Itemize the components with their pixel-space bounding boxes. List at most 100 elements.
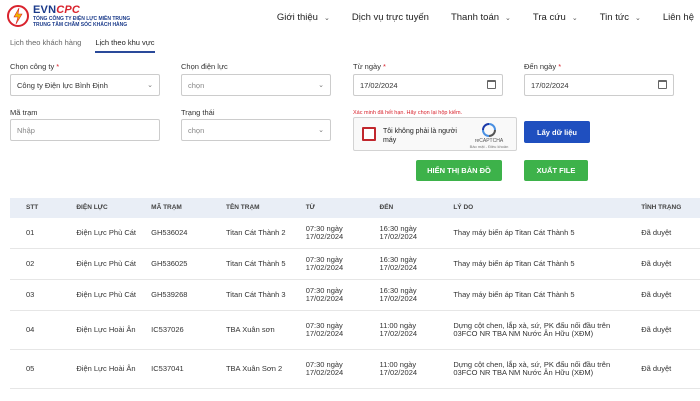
cell-ly-do: Dựng cột chen, lắp xà, sứ, PK đấu nối đầ… (453, 320, 611, 338)
branch-select-value: chọn (188, 80, 205, 90)
header-ly-do: LÝ DO (453, 204, 474, 211)
captcha-error: Xác minh đã hết hạn. Hãy chọn lại hộp ki… (353, 110, 463, 116)
nav-label: Giới thiệu (276, 12, 318, 23)
calendar-icon[interactable] (487, 80, 496, 89)
cell-ma-tram: GH536024 (151, 227, 188, 237)
calendar-icon[interactable] (658, 80, 667, 89)
required-mark: * (56, 62, 60, 71)
table-row: 01 Điện Lực Phù Cát GH536024 Titan Cát T… (10, 218, 700, 249)
nav-label: Thanh toán (450, 12, 500, 23)
company-label-text: Chọn công ty (10, 62, 55, 71)
cell-ten-tram: Titan Cát Thành 2 (225, 227, 286, 237)
evncpc-logo[interactable]: EVNCPC TỔNG CÔNG TY ĐIỆN LỰC MIỀN TRUNG … (6, 4, 130, 28)
header-dien-luc: ĐIỆN LỰC (76, 204, 108, 211)
cell-dien-luc: Điện Lực Phù Cát (76, 258, 136, 268)
cell-ma-tram: GH539268 (151, 289, 188, 299)
cell-dien-luc: Điện Lực Hoài Ân (76, 363, 136, 373)
cell-ma-tram: IC537041 (151, 363, 184, 373)
nav-tra-cuu[interactable]: Tra cứu ⌄ (533, 12, 578, 23)
cell-tu: 07:30 ngày 17/02/2024 (305, 359, 344, 377)
nav-dich-vu-truc-tuyen[interactable]: Dịch vụ trực tuyến (352, 12, 429, 23)
cell-tu: 07:30 ngày 17/02/2024 (305, 254, 344, 272)
cell-stt: 01 (26, 227, 35, 237)
recaptcha-links[interactable]: Bảo mật - Điều khoản (468, 144, 510, 149)
nav-label: Liên hệ (662, 12, 694, 23)
schedule-table: STT ĐIỆN LỰC MÃ TRẠM TÊN TRẠM TỪ ĐẾN LÝ … (10, 198, 700, 389)
cell-tu: 07:30 ngày 17/02/2024 (305, 320, 344, 338)
show-map-button[interactable]: HIỂN THỊ BẢN ĐỒ (416, 160, 502, 181)
header-den: ĐẾN (379, 204, 394, 211)
cell-dien-luc: Điện Lực Hoài Ân (76, 324, 136, 334)
nav-label: Tra cứu (532, 12, 566, 23)
cell-den: 11:00 ngày 17/02/2024 (379, 320, 418, 338)
tab-lich-theo-khu-vuc[interactable]: Lịch theo khu vực (95, 38, 155, 53)
logo-subtitle-2: TRUNG TÂM CHĂM SÓC KHÁCH HÀNG (33, 22, 128, 28)
nav-thanh-toan[interactable]: Thanh toán ⌄ (451, 12, 511, 23)
from-date-label: Từ ngày * (353, 62, 386, 71)
table-row: 05 Điện Lực Hoài Ân IC537041 TBA Xuân Sơ… (10, 350, 700, 389)
recaptcha-widget: Tôi không phải là người máy reCAPTCHA Bả… (353, 117, 517, 151)
table-row: 03 Điện Lực Phù Cát GH539268 Titan Cát T… (10, 280, 700, 311)
station-label: Mã trạm (10, 108, 38, 117)
cell-tu: 07:30 ngày 17/02/2024 (305, 285, 344, 303)
cell-stt: 05 (26, 363, 35, 373)
header-ten-tram: TÊN TRẠM (225, 204, 260, 211)
to-date-label: Đến ngày * (524, 62, 561, 71)
from-date-input[interactable]: 17/02/2024 (353, 74, 503, 96)
cell-ten-tram: TBA Xuân sơn (225, 324, 275, 334)
header-ma-tram: MÃ TRẠM (151, 204, 182, 211)
cell-ten-tram: TBA Xuân Sơn 2 (225, 363, 283, 373)
table-row: 04 Điện Lực Hoài Ân IC537026 TBA Xuân sơ… (10, 311, 700, 350)
header-tu: TỪ (305, 204, 316, 211)
fetch-data-button[interactable]: Lấy dữ liệu (524, 121, 590, 143)
cell-stt: 04 (26, 324, 35, 334)
chevron-down-icon: ⌄ (318, 127, 324, 134)
logo-cpc-text: CPC (56, 4, 81, 16)
table-header: STT ĐIỆN LỰC MÃ TRẠM TÊN TRẠM TỪ ĐẾN LÝ … (10, 198, 700, 218)
status-select[interactable]: chọn ⌄ (181, 119, 331, 141)
header-tinh-trang: TÌNH TRẠNG (641, 204, 682, 211)
cell-tinh-trang: Đã duyệt (641, 363, 672, 373)
chevron-down-icon: ⌄ (634, 14, 641, 22)
cell-tu: 07:30 ngày 17/02/2024 (305, 223, 344, 241)
cell-tinh-trang: Đã duyệt (641, 289, 672, 299)
chevron-down-icon: ⌄ (323, 14, 330, 22)
chevron-down-icon: ⌄ (571, 14, 578, 22)
nav-label: Dịch vụ trực tuyến (351, 12, 429, 23)
cell-ma-tram: IC537026 (151, 324, 184, 334)
nav-lien-he[interactable]: Liên hệ (663, 12, 694, 23)
branch-select[interactable]: chọn ⌄ (181, 74, 331, 96)
nav-tin-tuc[interactable]: Tin tức ⌄ (600, 12, 641, 23)
company-select-value: Công ty Điện lực Bình Định (17, 80, 108, 90)
required-mark: * (383, 62, 386, 71)
to-date-value: 17/02/2024 (531, 80, 569, 90)
recaptcha-brand: reCAPTCHA Bảo mật - Điều khoản (468, 122, 510, 149)
cell-tinh-trang: Đã duyệt (641, 258, 672, 268)
company-select[interactable]: Công ty Điện lực Bình Định ⌄ (10, 74, 160, 96)
cell-ly-do: Thay máy biến áp Titan Cát Thành 5 (453, 258, 575, 268)
status-label: Trạng thái (181, 108, 215, 117)
export-file-button[interactable]: XUẤT FILE (524, 160, 588, 181)
chevron-down-icon: ⌄ (318, 82, 324, 89)
cell-ly-do: Thay máy biến áp Titan Cát Thành 5 (453, 227, 575, 237)
table-row: 02 Điện Lực Phù Cát GH536025 Titan Cát T… (10, 249, 700, 280)
status-select-value: chọn (188, 125, 205, 135)
cell-dien-luc: Điện Lực Phù Cát (76, 227, 136, 237)
to-date-input[interactable]: 17/02/2024 (524, 74, 674, 96)
cell-stt: 02 (26, 258, 35, 268)
cell-den: 11:00 ngày 17/02/2024 (379, 359, 418, 377)
evn-logo-icon (6, 4, 30, 28)
tab-lich-theo-khach-hang[interactable]: Lịch theo khách hàng (10, 38, 81, 53)
page: EVNCPC TỔNG CÔNG TY ĐIỆN LỰC MIỀN TRUNG … (0, 0, 700, 401)
cell-den: 16:30 ngày 17/02/2024 (379, 285, 418, 303)
recaptcha-icon (481, 122, 497, 138)
captcha-checkbox[interactable] (362, 127, 376, 141)
cell-ten-tram: Titan Cát Thành 5 (225, 258, 286, 268)
station-input[interactable]: Nhập (10, 119, 160, 141)
main-nav: Giới thiệu ⌄ Dịch vụ trực tuyến Thanh toá… (255, 12, 694, 23)
nav-gioi-thieu[interactable]: Giới thiệu ⌄ (277, 12, 330, 23)
cell-ly-do: Dựng cột chen, lắp xà, sứ, PK đấu nối đầ… (453, 359, 611, 377)
from-date-value: 17/02/2024 (360, 80, 398, 90)
cell-dien-luc: Điện Lực Phù Cát (76, 289, 136, 299)
chevron-down-icon: ⌄ (147, 82, 153, 89)
